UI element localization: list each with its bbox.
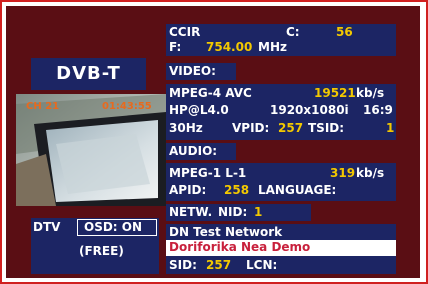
network-header-label: NETW.	[169, 205, 213, 219]
video-bitrate-unit: kb/s	[356, 86, 385, 100]
tsid-value: 1	[386, 121, 395, 135]
video-profile: HP@L4.0	[169, 103, 229, 117]
video-header-label: VIDEO:	[169, 64, 216, 78]
apid-label: APID:	[169, 183, 207, 197]
tsid-label: TSID:	[308, 121, 345, 135]
nid-label: NID:	[218, 205, 248, 219]
audio-panel: MPEG-1 L-1 319 kb/s APID: 258 LANGUAGE:	[166, 163, 396, 201]
video-frame-rate: 30Hz	[169, 121, 203, 135]
tv-analyzer-screen: DVB-T CH 21 01:43:55 DTV OSD: ON (FREE) …	[6, 6, 420, 278]
nid-value: 1	[254, 205, 263, 219]
osd-label: OSD: ON	[84, 220, 143, 234]
network-panel: DN Test Network Doriforika Nea Demo SID:…	[166, 224, 396, 274]
thumbnail-channel-overlay: CH 21	[26, 101, 60, 112]
channel-label: C:	[286, 25, 300, 39]
system-label: CCIR	[169, 25, 201, 39]
video-thumbnail: CH 21 01:43:55	[16, 94, 166, 206]
osd-toggle[interactable]: OSD: ON	[77, 219, 157, 236]
network-header: NETW. NID: 1	[166, 204, 311, 221]
video-codec: MPEG-4 AVC	[169, 86, 252, 100]
video-bitrate: 19521	[314, 86, 356, 100]
status-panel: DTV OSD: ON (FREE)	[31, 218, 159, 274]
sid-label: SID:	[169, 258, 197, 272]
video-panel: MPEG-4 AVC 19521 kb/s HP@L4.0 1920x1080i…	[166, 84, 396, 140]
tuner-panel: CCIR C: 56 F: 754.00 MHz	[166, 24, 396, 56]
video-aspect: 16:9	[363, 103, 393, 117]
channel-value: 56	[336, 25, 353, 39]
network-name: DN Test Network	[169, 225, 283, 239]
audio-header-label: AUDIO:	[169, 144, 218, 158]
video-header: VIDEO:	[166, 63, 236, 80]
language-label: LANGUAGE:	[258, 183, 337, 197]
frequency-value: 754.00	[206, 40, 253, 54]
video-resolution: 1920x1080i	[270, 103, 349, 117]
service-name-highlight: Doriforika Nea Demo	[166, 240, 396, 256]
audio-header: AUDIO:	[166, 143, 236, 160]
audio-codec: MPEG-1 L-1	[169, 166, 247, 180]
sid-value: 257	[206, 258, 232, 272]
lcn-label: LCN:	[246, 258, 278, 272]
thumbnail-time-overlay: 01:43:55	[102, 101, 152, 112]
frequency-unit: MHz	[258, 40, 287, 54]
vpid-label: VPID:	[232, 121, 270, 135]
standard-label: DVB-T	[31, 58, 146, 90]
vpid-value: 257	[278, 121, 304, 135]
audio-bitrate: 319	[330, 166, 356, 180]
apid-value: 258	[224, 183, 250, 197]
frequency-label: F:	[169, 40, 182, 54]
dtv-label: DTV	[33, 220, 61, 234]
audio-bitrate-unit: kb/s	[356, 166, 385, 180]
service-name: Doriforika Nea Demo	[169, 240, 311, 254]
free-label: (FREE)	[79, 244, 124, 258]
